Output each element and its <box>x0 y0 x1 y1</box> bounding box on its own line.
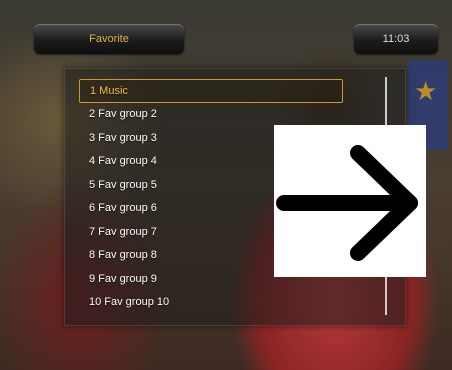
list-item[interactable]: 10 Fav group 10 <box>79 291 343 315</box>
menu-title: Favorite <box>34 24 184 54</box>
right-arrow-overlay <box>274 125 426 277</box>
list-item[interactable]: 2 Fav group 2 <box>79 103 343 127</box>
right-arrow-icon <box>276 145 418 261</box>
clock: 11:03 <box>354 24 438 54</box>
star-icon: ★ <box>414 76 438 106</box>
list-item[interactable]: 1 Music <box>79 79 343 103</box>
